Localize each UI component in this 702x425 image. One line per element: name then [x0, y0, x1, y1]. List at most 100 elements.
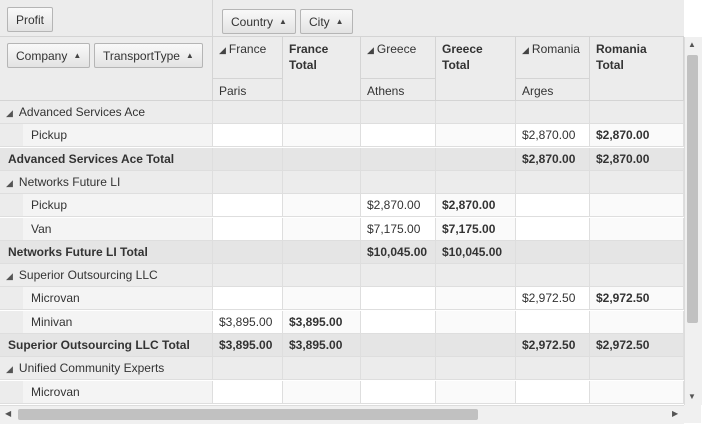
table-cell[interactable] — [436, 101, 516, 124]
table-cell[interactable] — [516, 101, 590, 124]
table-cell[interactable]: $2,972.50 — [516, 334, 590, 357]
table-cell[interactable] — [590, 381, 684, 404]
column-header-romania-total[interactable]: Romania Total — [590, 37, 684, 101]
column-header-france-total[interactable]: France Total — [283, 37, 361, 101]
table-cell[interactable] — [213, 171, 283, 194]
table-cell[interactable] — [516, 264, 590, 287]
table-cell[interactable]: $2,972.50 — [590, 287, 684, 310]
table-cell[interactable] — [516, 241, 590, 264]
table-cell[interactable] — [213, 241, 283, 264]
table-cell[interactable] — [361, 264, 436, 287]
collapse-icon[interactable]: ◢ — [367, 45, 374, 55]
row-header[interactable]: ◢ Networks Future LI — [0, 171, 213, 194]
table-cell[interactable] — [283, 171, 361, 194]
row-header[interactable]: Networks Future LI Total — [0, 241, 213, 264]
table-cell[interactable]: $7,175.00 — [361, 218, 436, 241]
table-cell[interactable] — [436, 264, 516, 287]
table-cell[interactable]: $3,895.00 — [213, 311, 283, 334]
row-header[interactable]: ◢ Unified Community Experts — [0, 357, 213, 380]
collapse-icon[interactable]: ◢ — [6, 271, 13, 281]
row-header[interactable]: ◢ Superior Outsourcing LLC — [0, 264, 213, 287]
table-cell[interactable] — [361, 124, 436, 147]
table-cell[interactable] — [590, 171, 684, 194]
filter-chip-profit[interactable]: Profit — [7, 7, 54, 32]
table-cell[interactable]: $2,870.00 — [516, 124, 590, 147]
table-cell[interactable] — [516, 357, 590, 380]
table-cell[interactable] — [361, 311, 436, 334]
table-cell[interactable]: $3,895.00 — [213, 334, 283, 357]
scroll-down-icon[interactable]: ▼ — [688, 392, 696, 401]
table-cell[interactable] — [213, 148, 283, 171]
table-cell[interactable] — [590, 264, 684, 287]
table-cell[interactable] — [283, 218, 361, 241]
table-cell[interactable] — [283, 124, 361, 147]
collapse-icon[interactable]: ◢ — [6, 178, 13, 188]
horizontal-scroll-thumb[interactable] — [18, 409, 478, 420]
scroll-up-icon[interactable]: ▲ — [688, 40, 696, 49]
column-header-greece-total[interactable]: Greece Total — [436, 37, 516, 101]
table-cell[interactable] — [590, 311, 684, 334]
collapse-icon[interactable]: ◢ — [6, 108, 13, 118]
table-cell[interactable] — [283, 264, 361, 287]
table-cell[interactable] — [516, 381, 590, 404]
table-cell[interactable] — [436, 287, 516, 310]
row-header[interactable]: Van — [23, 218, 213, 241]
table-cell[interactable] — [436, 381, 516, 404]
table-cell[interactable] — [361, 381, 436, 404]
table-cell[interactable] — [361, 357, 436, 380]
table-cell[interactable] — [213, 194, 283, 217]
row-header[interactable]: Pickup — [23, 194, 213, 217]
table-cell[interactable] — [590, 101, 684, 124]
table-cell[interactable] — [436, 171, 516, 194]
table-cell[interactable]: $2,870.00 — [436, 194, 516, 217]
table-cell[interactable] — [213, 101, 283, 124]
table-cell[interactable]: $2,870.00 — [590, 124, 684, 147]
column-subheader-city[interactable]: Arges — [516, 79, 590, 101]
row-header[interactable]: Microvan — [23, 287, 213, 310]
table-cell[interactable] — [283, 101, 361, 124]
table-cell[interactable]: $2,972.50 — [590, 334, 684, 357]
table-cell[interactable] — [361, 148, 436, 171]
column-subheader-city[interactable]: Paris — [213, 79, 283, 101]
table-cell[interactable] — [213, 381, 283, 404]
table-cell[interactable]: $2,870.00 — [516, 148, 590, 171]
table-cell[interactable]: $10,045.00 — [361, 241, 436, 264]
table-cell[interactable]: $3,895.00 — [283, 334, 361, 357]
row-chip-transporttype[interactable]: TransportType ▲ — [94, 43, 203, 68]
table-cell[interactable]: $2,972.50 — [516, 287, 590, 310]
table-cell[interactable] — [361, 171, 436, 194]
collapse-icon[interactable]: ◢ — [522, 45, 529, 55]
row-chip-company[interactable]: Company ▲ — [7, 43, 91, 68]
column-chip-city[interactable]: City ▲ — [300, 9, 353, 34]
table-cell[interactable] — [361, 101, 436, 124]
table-cell[interactable] — [213, 287, 283, 310]
table-cell[interactable] — [516, 218, 590, 241]
table-cell[interactable] — [516, 311, 590, 334]
row-header[interactable]: Minivan — [23, 311, 213, 334]
scroll-right-icon[interactable]: ▶ — [672, 409, 678, 418]
table-cell[interactable]: $7,175.00 — [436, 218, 516, 241]
table-cell[interactable] — [590, 194, 684, 217]
row-header[interactable]: Microvan — [23, 381, 213, 404]
table-cell[interactable] — [213, 357, 283, 380]
table-cell[interactable] — [283, 241, 361, 264]
row-header[interactable]: Advanced Services Ace Total — [0, 148, 213, 171]
table-cell[interactable] — [283, 381, 361, 404]
table-cell[interactable] — [213, 124, 283, 147]
column-header-greece[interactable]: ◢ Greece — [361, 37, 436, 79]
table-cell[interactable] — [361, 334, 436, 357]
column-header-france[interactable]: ◢ France — [213, 37, 283, 79]
table-cell[interactable] — [283, 148, 361, 171]
table-cell[interactable] — [516, 194, 590, 217]
table-cell[interactable]: $2,870.00 — [590, 148, 684, 171]
column-chip-country[interactable]: Country ▲ — [222, 9, 296, 34]
row-header[interactable]: Superior Outsourcing LLC Total — [0, 334, 213, 357]
table-cell[interactable] — [590, 241, 684, 264]
table-cell[interactable] — [590, 218, 684, 241]
column-subheader-city[interactable]: Athens — [361, 79, 436, 101]
column-header-romania[interactable]: ◢ Romania — [516, 37, 590, 79]
scroll-left-icon[interactable]: ◀ — [5, 409, 11, 418]
table-cell[interactable]: $3,895.00 — [283, 311, 361, 334]
table-cell[interactable] — [283, 287, 361, 310]
row-header[interactable]: Pickup — [23, 124, 213, 147]
